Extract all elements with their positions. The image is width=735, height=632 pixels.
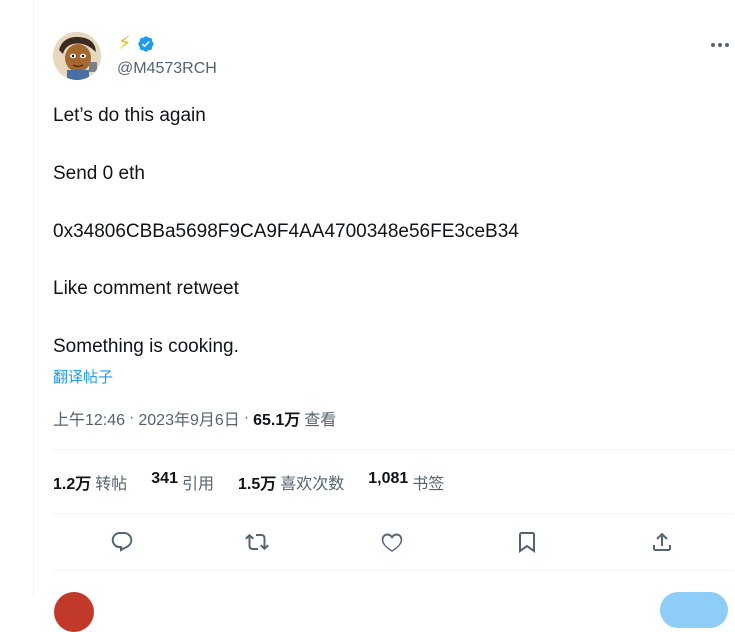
stat-bookmarks[interactable]: 1,081 书签: [368, 470, 444, 494]
stat-count: 1.2万: [53, 476, 92, 493]
heart-icon[interactable]: [380, 530, 406, 556]
engagement-stats: 1.2万 转帖 341 引用 1.5万 喜欢次数 1,081 书签: [53, 470, 444, 494]
tweet-line: Send 0 eth: [53, 163, 145, 184]
tweet-line: 0x34806CBBa5698F9CA9F4AA4700348e56FE3ceB…: [53, 221, 519, 242]
stat-count: 1,081: [368, 470, 409, 487]
reply-button[interactable]: [660, 592, 728, 628]
stat-likes[interactable]: 1.5万 喜欢次数: [238, 470, 344, 494]
tweet-line: Like comment retweet: [53, 278, 239, 299]
stat-label: 喜欢次数: [280, 476, 345, 493]
translate-post-link[interactable]: 翻译帖子: [53, 366, 113, 387]
tweet-time[interactable]: 上午12:46: [53, 406, 125, 430]
meta-separator: ·: [243, 409, 250, 426]
reply-composer-avatar[interactable]: [54, 592, 94, 632]
stat-label: 书签: [412, 476, 445, 493]
display-name[interactable]: ⚡: [118, 33, 155, 55]
tweet-line: Let’s do this again: [53, 105, 206, 126]
bookmark-icon[interactable]: [515, 530, 541, 556]
views-count: 65.1万: [253, 412, 301, 429]
stat-count: 1.5万: [237, 476, 277, 493]
retweet-icon[interactable]: [245, 530, 271, 556]
stat-label: 转帖: [95, 476, 128, 493]
action-bar: [53, 514, 733, 570]
lightning-icon: ⚡: [118, 33, 132, 54]
divider: [53, 570, 733, 571]
share-icon[interactable]: [650, 530, 676, 556]
stat-quotes[interactable]: 341 引用: [151, 470, 214, 494]
user-handle[interactable]: @M4573RCH: [117, 60, 217, 78]
tweet-metadata: 上午12:46 · 2023年9月6日 · 65.1万 查看: [53, 406, 336, 430]
tweet-date[interactable]: 2023年9月6日: [138, 406, 239, 430]
stat-label: 引用: [181, 476, 214, 493]
stat-retweets[interactable]: 1.2万 转帖: [53, 470, 127, 494]
tweet-line: Something is cooking.: [53, 336, 239, 357]
reply-icon[interactable]: [110, 530, 136, 556]
divider: [53, 449, 733, 450]
more-icon[interactable]: [710, 36, 732, 54]
meta-separator: ·: [129, 409, 135, 426]
tweet-text: Let’s do this again Send 0 eth 0x34806CB…: [53, 104, 713, 359]
stat-count: 341: [151, 470, 178, 487]
tweet: ⚡ @M4573RCH Let’s do this again Send 0 e…: [34, 0, 735, 632]
avatar[interactable]: [53, 32, 101, 80]
verified-badge-icon: [138, 36, 154, 52]
views-label: 查看: [304, 412, 337, 429]
